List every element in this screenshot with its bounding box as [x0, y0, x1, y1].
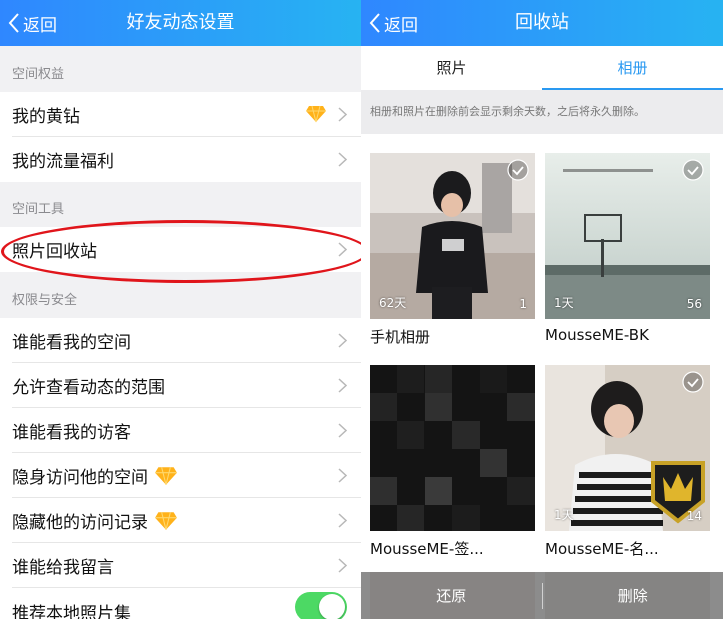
recycle-bin-panel: 返回 回收站 照片 相册 相册和照片在删除前会显示剩余天数，之后将永久删除。 6…	[361, 0, 723, 619]
row-label: 隐藏他的访问记录	[12, 513, 148, 533]
chevron-right-icon	[338, 468, 347, 483]
album-name: MousseME-签...	[370, 540, 484, 558]
recommend-toggle[interactable]	[295, 592, 347, 619]
row-who-see-space[interactable]: 谁能看我的空间	[0, 318, 361, 363]
row-yellow-diamond[interactable]: 我的黄钻	[0, 92, 361, 137]
settings-panel: 返回 好友动态设置 空间权益 我的黄钻 我的流量福利 空间工具 照片回收站 权限…	[0, 0, 361, 619]
days-remaining: 1天	[554, 296, 574, 310]
back-label: 返回	[384, 15, 418, 36]
album-card[interactable]: 1天 14 MousseME-名...	[545, 365, 710, 559]
row-photo-recycle-bin[interactable]: 照片回收站	[0, 227, 361, 272]
row-hide-visit-record[interactable]: 隐藏他的访问记录	[0, 498, 361, 543]
row-who-see-visitors[interactable]: 谁能看我的访客	[0, 408, 361, 453]
album-name: 手机相册	[370, 328, 431, 346]
chevron-right-icon	[338, 513, 347, 528]
pixelated-photo	[370, 365, 535, 531]
recycle-header: 返回 回收站	[361, 0, 723, 46]
photo-count: 56	[686, 297, 702, 311]
chevron-right-icon	[338, 242, 347, 257]
diamond-icon	[155, 466, 177, 485]
row-label: 照片回收站	[12, 242, 97, 262]
check-circle-icon[interactable]	[682, 159, 704, 181]
album-card[interactable]: 62天 1 手机相册	[370, 153, 535, 347]
back-button[interactable]: 返回	[8, 0, 57, 46]
chevron-left-icon	[369, 13, 380, 33]
chevron-left-icon	[8, 13, 19, 33]
days-remaining: 62天	[379, 296, 407, 310]
row-who-leave-message[interactable]: 谁能给我留言	[0, 543, 361, 588]
row-label: 谁能看我的访客	[12, 423, 131, 443]
row-recommend-local-photos[interactable]: 推荐本地照片集	[0, 588, 361, 619]
album-name: MousseME-BK	[545, 326, 649, 344]
back-label: 返回	[23, 15, 57, 36]
tab-bar: 照片 相册	[361, 46, 723, 90]
section-title-privacy: 权限与安全	[12, 293, 78, 308]
row-label: 允许查看动态的范围	[12, 378, 165, 398]
check-circle-icon[interactable]	[682, 371, 704, 393]
chevron-right-icon	[338, 378, 347, 393]
action-bar: 还原 删除	[361, 572, 723, 619]
restore-button[interactable]: 还原	[361, 585, 542, 606]
row-feed-scope[interactable]: 允许查看动态的范围	[0, 363, 361, 408]
check-circle-icon[interactable]	[507, 159, 529, 181]
delete-button[interactable]: 删除	[543, 585, 723, 606]
retention-notice: 相册和照片在删除前会显示剩余天数，之后将永久删除。	[361, 90, 723, 134]
diamond-icon	[155, 511, 177, 530]
chevron-right-icon	[338, 333, 347, 348]
album-card[interactable]: 1天 56 MousseME-BK	[545, 153, 710, 344]
row-stealth-visit[interactable]: 隐身访问他的空间	[0, 453, 361, 498]
row-label: 我的黄钻	[12, 107, 80, 127]
chevron-right-icon	[338, 107, 347, 122]
row-traffic-benefit[interactable]: 我的流量福利	[0, 137, 361, 182]
section-title-benefits: 空间权益	[12, 67, 65, 82]
row-label: 隐身访问他的空间	[12, 468, 148, 488]
row-label: 推荐本地照片集	[12, 604, 131, 619]
album-thumbnail: 1天 14	[545, 365, 710, 531]
back-button[interactable]: 返回	[369, 0, 418, 46]
tab-albums[interactable]: 相册	[542, 46, 723, 90]
section-title-tools: 空间工具	[12, 202, 65, 217]
album-thumbnail: 62天 1	[370, 153, 535, 319]
row-label: 谁能看我的空间	[12, 333, 131, 353]
chevron-right-icon	[338, 423, 347, 438]
settings-header: 返回 好友动态设置	[0, 0, 361, 46]
row-label: 我的流量福利	[12, 152, 114, 172]
album-thumbnail: 1天 56	[545, 153, 710, 319]
photo-count: 1	[519, 297, 527, 311]
album-card[interactable]: MousseME-签...	[370, 365, 535, 559]
row-label: 谁能给我留言	[12, 558, 114, 578]
chevron-right-icon	[338, 558, 347, 573]
toggle-knob	[319, 594, 345, 619]
tab-photos[interactable]: 照片	[361, 46, 542, 90]
chevron-right-icon	[338, 152, 347, 167]
photo-count: 14	[686, 509, 702, 523]
album-thumbnail	[370, 365, 535, 531]
days-remaining: 1天	[554, 508, 574, 522]
diamond-icon	[306, 105, 326, 123]
album-name: MousseME-名...	[545, 540, 659, 558]
